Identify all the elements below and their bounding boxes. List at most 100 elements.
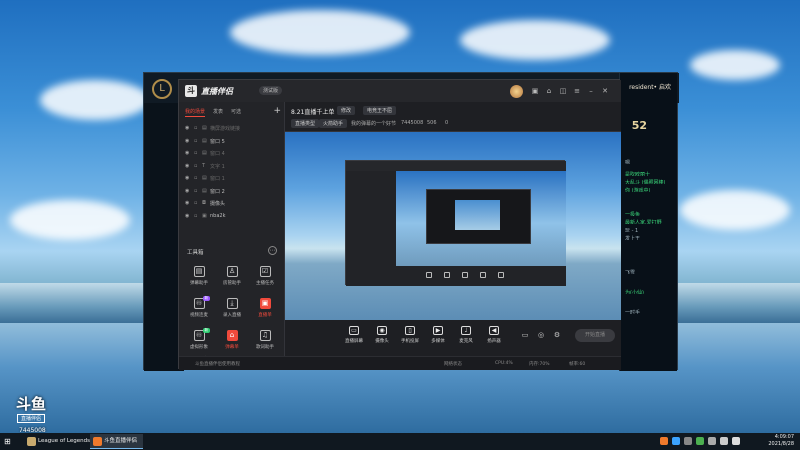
windows-start-icon[interactable]: ⊞ <box>4 437 13 446</box>
tray-app-icon[interactable] <box>684 437 692 445</box>
user-avatar[interactable] <box>510 85 523 98</box>
eye-icon[interactable]: ◉ <box>185 150 189 156</box>
network-icon[interactable] <box>720 437 728 445</box>
streaming-app-window[interactable]: 斗 直播伴侣 测试版 ▣ ⌂ ◫ ≡ – ✕ 我的场景 发表 可选 + ◉ ▫ ▤ 横… <box>178 79 621 370</box>
eye-icon[interactable]: ◉ <box>185 138 189 144</box>
lol-chat-line[interactable]: 一时手 <box>625 309 673 314</box>
nested-control-icon <box>444 272 450 278</box>
tool-video-link[interactable]: 新 ♾ 视频连麦 <box>184 296 214 324</box>
lol-chat-line[interactable]: 为(小仙) <box>625 289 673 294</box>
screen-capture-button[interactable]: ▭ 直播屏幕 <box>341 326 367 344</box>
lock-icon[interactable]: ▫ <box>194 213 197 219</box>
live-preview[interactable] <box>285 132 621 320</box>
lock-icon[interactable]: ▫ <box>194 125 197 131</box>
lol-chat-line[interactable]: 玩 - 1 <box>625 227 673 232</box>
lock-icon[interactable]: ▫ <box>194 138 197 144</box>
tray-app-icon[interactable] <box>672 437 680 445</box>
music-icon: ♫ <box>259 330 271 341</box>
more-icon[interactable]: ⋯ <box>268 246 277 255</box>
nested-controls <box>396 266 566 286</box>
nested-inner-view <box>455 200 500 230</box>
skin-icon[interactable]: ◫ <box>559 87 567 95</box>
tool-streamer-tasks[interactable]: ☑ 主播任务 <box>250 266 280 292</box>
taskbar-lol[interactable]: League of Legends <box>24 434 96 449</box>
list-icon: ▣ <box>259 298 271 309</box>
tool-live-list[interactable]: ▣ 直播单 <box>250 298 280 324</box>
scene-item[interactable]: ◉ ▫ ▤ 窗口 5 <box>179 135 285 148</box>
tool-avatar[interactable]: 新 ♾ 虚拟形象 <box>184 328 214 356</box>
tool-lyrics[interactable]: ♫ 歌词助手 <box>250 330 280 356</box>
cloud <box>10 200 130 240</box>
lol-chat-line[interactable]: 最新人家,爱打野 <box>625 219 673 224</box>
tool-barrage-assistant[interactable]: ▤ 弹幕助手 <box>184 266 214 292</box>
system-clock[interactable]: 4:09:07 2021/8/28 <box>768 434 794 448</box>
lol-chat-line[interactable]: 大乱斗 (偶照网棒) <box>625 179 673 184</box>
start-live-button[interactable]: 开始直播 <box>575 329 615 342</box>
menu-icon[interactable]: ≡ <box>573 87 581 95</box>
scene-panel: 我的场景 发表 可选 + ◉ ▫ ▤ 横屏游戏链接 ◉ ▫ ▤ 窗口 5 ◉ ▫ ▤ 窗口 4 ◉… <box>179 102 285 370</box>
scene-item[interactable]: ◉ ▫ ▤ 窗口 2 <box>179 185 285 198</box>
minimize-icon[interactable]: – <box>587 87 595 95</box>
category-chip[interactable]: 电竞王不屈 <box>363 106 397 115</box>
lock-icon[interactable]: ▫ <box>194 188 197 194</box>
tab-publish[interactable]: 发表 <box>213 108 223 115</box>
tray-app-icon[interactable] <box>660 437 668 445</box>
tutorial-link[interactable]: 斗鱼直播伴侣使用教程 <box>195 361 240 367</box>
lock-icon[interactable]: ▫ <box>194 163 197 169</box>
tray-app-icon[interactable] <box>708 437 716 445</box>
tab-my-scenes[interactable]: 我的场景 <box>185 108 206 117</box>
camera-button[interactable]: ◉ 摄像头 <box>369 326 395 344</box>
tool-barrage-list[interactable]: ⌂ 弹幕单 <box>217 330 247 356</box>
lol-chat-line[interactable]: 嗯 <box>625 159 673 164</box>
phone-cast-button[interactable]: ▯ 手机投屏 <box>397 326 423 344</box>
eye-icon[interactable]: ◉ <box>185 175 189 181</box>
lock-icon[interactable]: ▫ <box>194 200 197 206</box>
volume-icon[interactable] <box>732 437 740 445</box>
live-type-chip[interactable]: 直播类型 <box>291 119 320 128</box>
scene-item[interactable]: ◉ ▫ ▤ 窗口 1 <box>179 172 285 185</box>
douyu-watermark-box: 直播伴侣 <box>17 414 46 423</box>
speaker-button[interactable]: ◀ 扬声器 <box>481 326 507 344</box>
gift-icon[interactable]: ▣ <box>531 87 539 95</box>
lol-chat-line[interactable]: 发上王 <box>625 235 673 240</box>
tool-record[interactable]: ⤓ 录入直播 <box>217 298 247 324</box>
edit-title-button[interactable]: 修改 <box>337 106 356 115</box>
eye-icon[interactable]: ◉ <box>185 213 189 219</box>
lol-chat-line[interactable]: 是吹欧丽士 <box>625 171 673 176</box>
microphone-button[interactable]: ♩ 麦克风 <box>453 326 479 344</box>
lock-icon[interactable]: ⌂ <box>545 87 553 95</box>
lol-friends-panel[interactable]: resident• 启欢 52 嗯 是吹欧丽士 大乱斗 (偶照网棒) 你 (游戏… <box>619 73 677 371</box>
lol-chat-line[interactable]: 一极鱼 <box>625 211 673 216</box>
scene-item[interactable]: ◉ ▫ ▤ 窗口 4 <box>179 147 285 160</box>
nested-control-icon <box>498 272 504 278</box>
scene-item[interactable]: ◉ ▫ ◘ 摄像头 <box>179 197 285 210</box>
add-scene-icon[interactable]: + <box>273 106 281 116</box>
eye-icon[interactable]: ◉ <box>185 163 189 169</box>
lol-chat-line[interactable]: 飞雪 <box>625 269 673 274</box>
lol-logo-icon[interactable]: L <box>152 79 172 99</box>
scene-item[interactable]: ◉ ▫ ▤ 横屏游戏链接 <box>179 122 285 135</box>
tray-app-icon[interactable] <box>696 437 704 445</box>
lock-icon[interactable]: ▫ <box>194 175 197 181</box>
taskbar-streaming-app[interactable]: 斗鱼直播伴侣 <box>90 434 144 449</box>
eye-icon[interactable]: ◉ <box>185 200 189 206</box>
scene-item[interactable]: ◉ ▫ ▣ nba2k <box>179 210 285 223</box>
fps-status: 帧率:60 <box>569 362 586 367</box>
app-titlebar[interactable]: 斗 直播伴侣 测试版 ▣ ⌂ ◫ ≡ – ✕ <box>179 80 621 102</box>
tab-optional[interactable]: 可选 <box>231 108 241 115</box>
taskbar: ⊞ League of Legends 斗鱼直播伴侣 4:09:07 2021/… <box>0 433 800 450</box>
video-icon[interactable]: ▭ <box>521 331 529 339</box>
settings-icon[interactable]: ⚙ <box>553 331 561 339</box>
nested-view <box>396 171 566 266</box>
lock-icon[interactable]: ▫ <box>194 150 197 156</box>
tool-room-admin[interactable]: ♙ 房管助手 <box>217 266 247 292</box>
eye-icon[interactable]: ◉ <box>185 188 189 194</box>
rocket-chip[interactable]: 火箭助手 <box>319 119 348 128</box>
lol-chat-line[interactable]: 你 (游戏中) <box>625 187 673 192</box>
app-title: 直播伴侣 <box>201 87 233 96</box>
media-button[interactable]: ▶ 多媒体 <box>425 326 451 344</box>
record-icon[interactable]: ◎ <box>537 331 545 339</box>
scene-item[interactable]: ◉ ▫ T 文字 1 <box>179 160 285 173</box>
eye-icon[interactable]: ◉ <box>185 125 189 131</box>
close-icon[interactable]: ✕ <box>601 87 609 95</box>
